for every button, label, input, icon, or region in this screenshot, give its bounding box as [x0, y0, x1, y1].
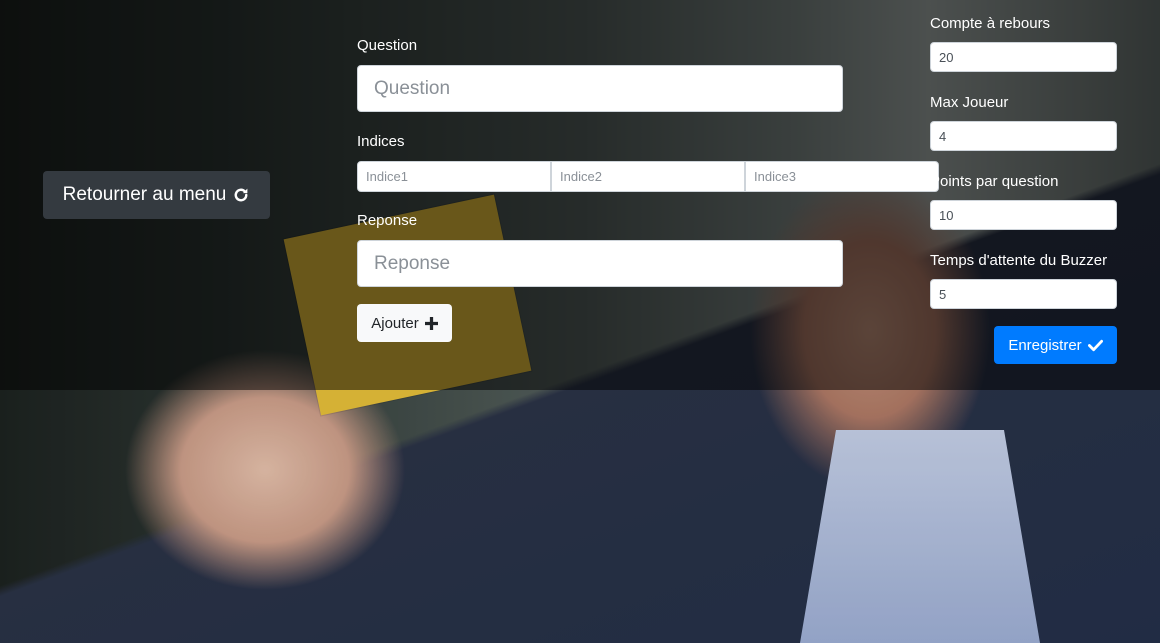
question-input[interactable] [357, 65, 843, 112]
plus-icon [424, 316, 438, 330]
answer-input[interactable] [357, 240, 843, 287]
countdown-input[interactable] [930, 42, 1117, 72]
buzzer-wait-input[interactable] [930, 279, 1117, 309]
points-label: Points par question [930, 173, 1059, 190]
max-players-input[interactable] [930, 121, 1117, 151]
max-players-label: Max Joueur [930, 94, 1009, 111]
countdown-label: Compte à rebours [930, 15, 1051, 32]
lower-overlay [0, 390, 1160, 643]
hint-3-input[interactable] [745, 161, 939, 192]
buzzer-wait-label: Temps d'attente du Buzzer [930, 252, 1108, 269]
add-question-button[interactable]: Ajouter [357, 304, 452, 342]
answer-label: Reponse [357, 212, 418, 229]
back-to-menu-label: Retourner au menu [62, 184, 227, 205]
add-question-label: Ajouter [371, 314, 419, 332]
back-to-menu-button[interactable]: Retourner au menu [43, 171, 270, 219]
points-input[interactable] [930, 200, 1117, 230]
hints-label: Indices [357, 133, 405, 150]
hint-1-input[interactable] [357, 161, 551, 192]
check-icon [1087, 339, 1103, 352]
save-button[interactable]: Enregistrer [994, 326, 1117, 364]
question-label: Question [357, 37, 418, 54]
hint-2-input[interactable] [551, 161, 745, 192]
save-label: Enregistrer [1008, 336, 1082, 354]
refresh-icon [232, 186, 250, 204]
hints-input-group [357, 161, 939, 192]
